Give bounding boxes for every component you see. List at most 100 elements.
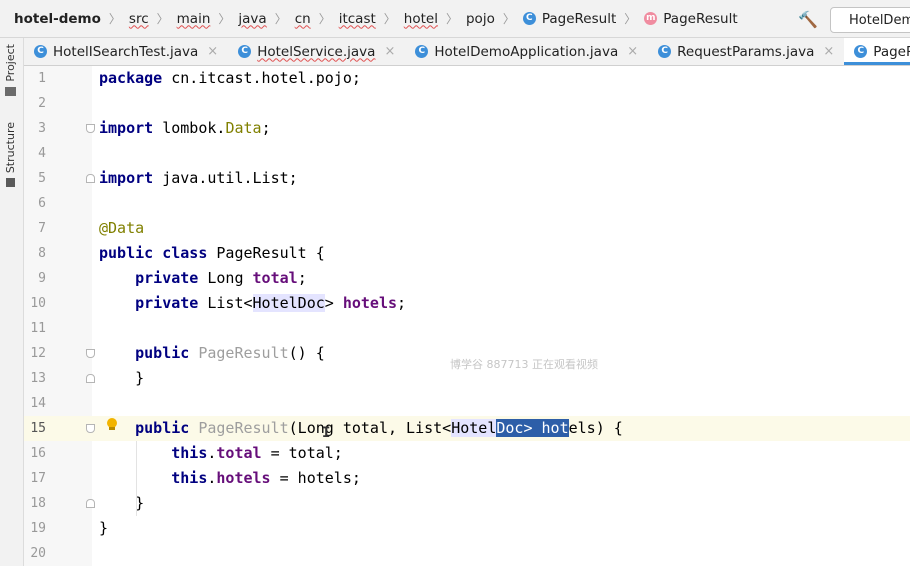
code-token: ; bbox=[261, 119, 271, 137]
code-line[interactable]: 1 package cn.itcast.hotel.pojo; bbox=[24, 66, 910, 91]
line-number: 2 bbox=[38, 96, 46, 111]
line-number: 17 bbox=[30, 471, 46, 486]
editor-tab[interactable]: CPageResult.java× bbox=[844, 38, 910, 65]
fold-marker-icon[interactable] bbox=[86, 374, 95, 383]
breadcrumb-item[interactable]: C PageResult bbox=[522, 10, 617, 27]
indent-guide bbox=[136, 441, 137, 516]
line-number: 8 bbox=[38, 246, 46, 261]
breadcrumb-item[interactable]: main bbox=[177, 11, 211, 27]
line-number: 18 bbox=[30, 496, 46, 511]
line-number: 9 bbox=[38, 271, 46, 286]
structure-tool-label: Structure bbox=[4, 122, 17, 174]
fold-marker-icon[interactable] bbox=[86, 424, 95, 433]
fold-marker-icon[interactable] bbox=[86, 174, 95, 183]
code-token: public bbox=[135, 344, 190, 362]
build-hammer-icon[interactable]: 🔨 bbox=[798, 10, 818, 29]
code-token: ; bbox=[297, 269, 307, 287]
code-line[interactable]: 15 public PageResult(Long total, List<Ho… bbox=[24, 416, 910, 441]
code-editor[interactable]: 1 package cn.itcast.hotel.pojo; 2 3 import l… bbox=[24, 66, 910, 566]
class-icon: C bbox=[238, 45, 252, 58]
code-line[interactable]: 3 import lombok.Data; bbox=[24, 116, 910, 141]
code-line[interactable]: 14 bbox=[24, 391, 910, 416]
code-token: public bbox=[135, 419, 190, 437]
code-text: package cn.itcast.hotel.pojo; bbox=[99, 66, 361, 91]
code-token: import bbox=[99, 119, 154, 137]
code-line[interactable]: 10 private List<HotelDoc> hotels; bbox=[24, 291, 910, 316]
folder-icon bbox=[5, 86, 16, 96]
breadcrumb-item-label: src bbox=[128, 10, 149, 27]
breadcrumb-separator-icon: 〉 bbox=[218, 12, 231, 26]
editor-tab[interactable]: C HotelService.java × bbox=[228, 38, 405, 65]
run-configuration-selector[interactable]: HotelDemoApplication bbox=[830, 7, 910, 33]
breadcrumb-item-label: pojo bbox=[465, 10, 495, 27]
code-line[interactable]: 17 this.hotels = hotels; bbox=[24, 466, 910, 491]
code-token: @Data bbox=[99, 219, 145, 237]
code-token: lombok. bbox=[153, 119, 226, 137]
breadcrumb: hotel-demo 〉 src 〉 main 〉 java 〉 cn 〉 itcast 〉 hotel… bbox=[0, 0, 910, 38]
code-line[interactable]: 20 bbox=[24, 541, 910, 566]
breadcrumb-separator-icon: 〉 bbox=[318, 12, 331, 26]
line-number: 13 bbox=[30, 371, 46, 386]
code-line[interactable]: 11 bbox=[24, 316, 910, 341]
code-text: import lombok.Data; bbox=[99, 116, 271, 141]
breadcrumb-item[interactable]: m PageResult bbox=[644, 11, 738, 27]
breadcrumb-item[interactable]: pojo bbox=[466, 11, 495, 27]
close-tab-icon[interactable]: × bbox=[207, 44, 218, 59]
breadcrumb-item[interactable]: src bbox=[129, 11, 149, 27]
line-number: 3 bbox=[38, 121, 46, 136]
code-token: total bbox=[252, 269, 298, 287]
code-token: () { bbox=[288, 344, 325, 362]
code-token: import bbox=[99, 169, 154, 187]
code-token: Hotel bbox=[451, 419, 497, 437]
code-line[interactable]: 9 private Long total; bbox=[24, 266, 910, 291]
code-token: private bbox=[135, 269, 199, 287]
code-text: } bbox=[99, 366, 144, 391]
code-line[interactable]: 4 bbox=[24, 141, 910, 166]
breadcrumb-separator-icon: 〉 bbox=[274, 12, 287, 26]
editor-tab[interactable]: C RequestParams.java × bbox=[648, 38, 844, 65]
code-token: total bbox=[216, 444, 262, 462]
code-text: this.hotels = hotels; bbox=[99, 466, 361, 491]
breadcrumb-item[interactable]: hotel bbox=[404, 11, 438, 27]
editor-tab[interactable]: C HotelDemoApplication.java × bbox=[405, 38, 648, 65]
code-line[interactable]: 7 @Data bbox=[24, 216, 910, 241]
code-token: PageResult { bbox=[207, 244, 325, 262]
code-line[interactable]: 19} bbox=[24, 516, 910, 541]
code-line[interactable]: 6 bbox=[24, 191, 910, 216]
code-token: } bbox=[99, 369, 145, 387]
code-token: > bbox=[324, 294, 343, 312]
fold-marker-icon[interactable] bbox=[86, 499, 95, 508]
code-text: public PageResult(Long total, List<Hotel… bbox=[99, 416, 623, 441]
code-line[interactable]: 16 this.total = total; bbox=[24, 441, 910, 466]
close-tab-icon[interactable]: × bbox=[627, 44, 638, 59]
project-tool-tab[interactable]: Project bbox=[4, 44, 17, 96]
editor-tab[interactable]: C HotelISearchTest.java × bbox=[24, 38, 228, 65]
code-text: public PageResult() { bbox=[99, 341, 325, 366]
breadcrumb-item[interactable]: java bbox=[238, 11, 266, 27]
code-line[interactable]: 18 } bbox=[24, 491, 910, 516]
breadcrumb-separator-icon: 〉 bbox=[502, 12, 515, 26]
breadcrumb-item[interactable]: hotel-demo bbox=[14, 11, 101, 27]
intention-bulb-icon[interactable] bbox=[106, 418, 118, 431]
fold-marker-icon[interactable] bbox=[86, 124, 95, 133]
breadcrumb-item[interactable]: cn bbox=[295, 11, 311, 27]
structure-tool-tab[interactable]: Structure bbox=[4, 122, 17, 188]
code-line[interactable]: 5 import java.util.List; bbox=[24, 166, 910, 191]
close-tab-icon[interactable]: × bbox=[823, 44, 834, 59]
close-tab-icon[interactable]: × bbox=[384, 44, 395, 59]
code-line[interactable]: 8 public class PageResult { bbox=[24, 241, 910, 266]
project-tool-label: Project bbox=[4, 44, 17, 82]
code-token: = total; bbox=[261, 444, 343, 462]
breadcrumb-item-label: PageResult bbox=[541, 10, 617, 27]
fold-marker-icon[interactable] bbox=[86, 349, 95, 358]
code-token: List< bbox=[198, 294, 253, 312]
breadcrumb-separator-icon: 〉 bbox=[156, 12, 169, 26]
code-token: this bbox=[171, 469, 208, 487]
class-icon: C bbox=[415, 45, 429, 58]
breadcrumb-item[interactable]: itcast bbox=[339, 11, 376, 27]
code-line[interactable]: 2 bbox=[24, 91, 910, 116]
code-text: } bbox=[99, 516, 108, 541]
breadcrumb-separator-icon: 〉 bbox=[108, 12, 121, 26]
